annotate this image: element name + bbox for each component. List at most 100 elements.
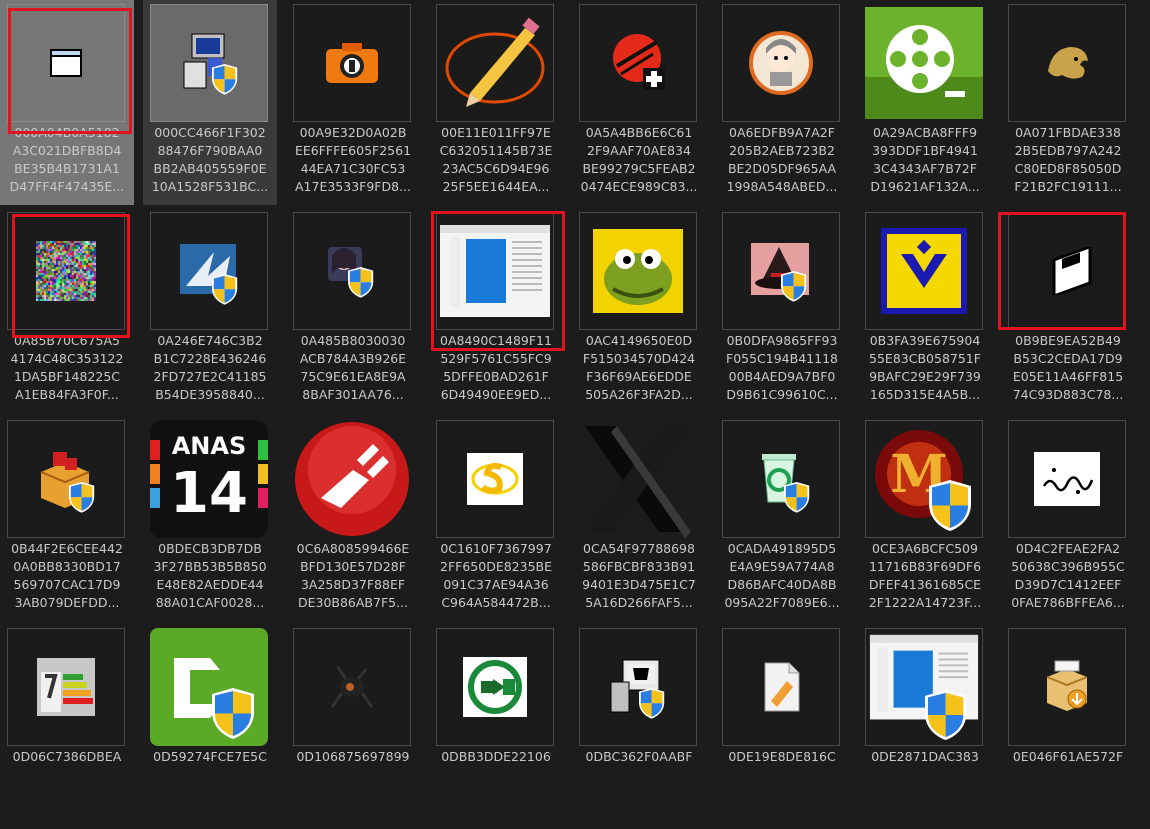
file-thumbnail-item[interactable]: 0C6A808599466E BFD130E57D28F 3A258D37F88EF… — [286, 416, 420, 621]
file-thumbnail-item[interactable]: 0A85B70C675A5 4174C48C353122 1DA5BF148225C… — [0, 208, 134, 413]
file-name-line: 5A16D266FAF5... — [585, 595, 693, 610]
file-thumbnail-item[interactable]: 0DE2871DAC383 — [858, 624, 992, 829]
file-name-label: 0D59274FCE7E5C — [139, 748, 281, 766]
file-thumbnail-item[interactable]: 0CADA491895D5 E4A9E59A774A8 D86BAFC40DA8B 0… — [715, 416, 849, 621]
file-name-line: 0AC4149650E0D — [585, 333, 693, 348]
file-name-line: 25F5EE1644EA... — [442, 179, 550, 194]
file-name-label: 0A29ACBA8FFF9 393DDF1BF4941 3C4343AF7B72F D… — [854, 124, 996, 196]
file-name-line: 0D06C7386DBEA — [12, 749, 122, 764]
file-name-label: 0DE19E8DE816C — [711, 748, 853, 766]
file-name-label: 0DE2871DAC383 — [854, 748, 996, 766]
file-thumbnail-item[interactable]: 0A5A4BB6E6C61 2F9AAF70AE834 BE99279C5FEAB2… — [572, 0, 706, 205]
file-thumbnail-item[interactable]: 0C1610F7367997 2FF650DE8235BE 091C37AE94A3… — [429, 416, 563, 621]
svg-text:ANAS: ANAS — [172, 432, 247, 460]
file-name-line: D86BAFC40DA8B — [727, 577, 837, 592]
green-sync-icon — [436, 628, 554, 746]
pencil-swirl-icon — [436, 4, 554, 122]
file-name-line: 0A8490C1489F11 — [440, 333, 552, 348]
file-name-line: 0A485B8030030 — [300, 333, 406, 348]
file-thumbnail-item[interactable]: 000A04B0A5182 A3C021DBFB8D4 BE35B4B1731A1 D… — [0, 0, 134, 205]
file-name-line: F36F69AE6EDDE — [586, 369, 692, 384]
dark-creature-icon — [293, 628, 411, 746]
energy-label-icon — [7, 628, 125, 746]
file-thumbnail-item[interactable]: 0E046F61AE572F — [1001, 624, 1135, 829]
file-name-line: 0A5A4BB6E6C61 — [585, 125, 693, 140]
file-name-label: 00A9E32D0A02B EE6FFFE605F2561 44EA71C30FC5… — [282, 124, 424, 196]
file-thumbnail-item[interactable]: 000CC466F1F302 88476F790BAA0 BB2AB405559F0… — [143, 0, 277, 205]
recycle-bin-shield-icon — [722, 420, 840, 538]
file-name-line: 1DA5BF148225C — [13, 369, 121, 384]
floppy-disk-icon — [1008, 212, 1126, 330]
file-thumbnail-item[interactable]: 0A071FBDAE338 2B5EDB797A242 C80ED8F85050D F… — [1001, 0, 1135, 205]
file-name-line: 0D106875697899 — [296, 749, 410, 764]
file-thumbnail-item[interactable]: ANAS 14 0BDECB3DB7DB 3F27BB53B5B850 E48E82AE… — [143, 416, 277, 621]
file-name-line: EE6FFFE605F2561 — [294, 143, 412, 158]
file-name-label: 0AC4149650E0D F515034570D424 F36F69AE6EDDE… — [568, 332, 710, 404]
file-thumbnail-item[interactable]: 0D59274FCE7E5C — [143, 624, 277, 829]
file-name-line: ACB784A3B926E — [299, 351, 407, 366]
file-name-line: 11716B83F69DF6 — [868, 559, 982, 574]
file-name-line: 569707CAC17D9 — [13, 577, 121, 592]
file-thumbnail-item[interactable]: 0B3FA39E675904 55E83CB058751F 9BAFC29E29F7… — [858, 208, 992, 413]
file-name-line: 8BAF301AA76... — [302, 387, 404, 402]
file-name-line: BE2D05DF965AA — [727, 161, 837, 176]
file-name-line: 0CADA491895D5 — [727, 541, 837, 556]
file-thumbnail-item[interactable]: 0A29ACBA8FFF9 393DDF1BF4941 3C4343AF7B72F D… — [858, 0, 992, 205]
file-name-label: 0A5A4BB6E6C61 2F9AAF70AE834 BE99279C5FEAB2… — [568, 124, 710, 196]
file-thumbnail-item[interactable]: 0A485B8030030 ACB784A3B926E 75C9E61EA8E9A 8… — [286, 208, 420, 413]
file-thumbnail-item[interactable]: 0A6EDFB9A7A2F 205B2AEB723B2 BE2D05DF965AA 1… — [715, 0, 849, 205]
file-name-line: 10A1528F531BC... — [151, 179, 269, 194]
file-thumbnail-item[interactable]: 0DBC362F0AABF — [572, 624, 706, 829]
file-name-label: 0CA54F97788698 586FBCBF833B91 9401E3D475E1… — [568, 540, 710, 612]
file-name-line: 6D49490EE9ED... — [440, 387, 552, 402]
file-thumbnail-item[interactable]: 00A9E32D0A02B EE6FFFE605F2561 44EA71C30FC5… — [286, 0, 420, 205]
file-name-line: 2FF650DE8235BE — [440, 559, 552, 574]
file-name-line: D19621AF132A... — [870, 179, 980, 194]
file-thumbnail-item[interactable]: 00E11E011FF97E C632051145B73E 23AC5C6D94E9… — [429, 0, 563, 205]
file-name-label: 0C6A808599466E BFD130E57D28F 3A258D37F88EF… — [282, 540, 424, 612]
file-name-label: 0DBB3DDE22106 — [425, 748, 567, 766]
file-thumbnail-item[interactable]: 0A246E746C3B2 B1C7228E436246 2FD727E2C4118… — [143, 208, 277, 413]
file-name-line: 0B44F2E6CEE442 — [11, 541, 123, 556]
file-name-line: 0E046F61AE572F — [1012, 749, 1124, 764]
file-name-line: 00B4AED9A7BF0 — [728, 369, 836, 384]
yellow-v-logo-icon — [865, 212, 983, 330]
file-name-line: E4A9E59A774A8 — [729, 559, 835, 574]
red-disc-plus-icon — [579, 4, 697, 122]
file-name-label: 0CE3A6BCFC509 11716B83F69DF6 DFEF41361685C… — [854, 540, 996, 612]
file-thumbnail-item[interactable]: 0D106875697899 — [286, 624, 420, 829]
file-name-label: 0BDECB3DB7DB 3F27BB53B5B850 E48E82AEDDE44 8… — [139, 540, 281, 612]
file-name-label: 0B9BE9EA52B49 B53C2CEDA17D9 E05E11A46FF815… — [997, 332, 1139, 404]
file-thumbnail-item[interactable]: 0A8490C1489F11 529F5761C55FC9 5DFFE0BAD261… — [429, 208, 563, 413]
file-thumbnail-item[interactable]: 0B44F2E6CEE442 0A0BB8330BD17 569707CAC17D9… — [0, 416, 134, 621]
file-name-line: 75C9E61EA8E9A — [300, 369, 406, 384]
file-thumbnail-item[interactable]: 0AC4149650E0D F515034570D424 F36F69AE6EDDE… — [572, 208, 706, 413]
file-name-line: E05E11A46FF815 — [1012, 369, 1124, 384]
file-thumbnail-item[interactable]: 0D06C7386DBEA — [0, 624, 134, 829]
file-name-line: 23AC5C6D94E96 — [442, 161, 550, 176]
file-name-label: 0B44F2E6CEE442 0A0BB8330BD17 569707CAC17D9… — [0, 540, 138, 612]
file-name-line: BE99279C5FEAB2 — [582, 161, 696, 176]
file-name-line: D39D7C1412EEF — [1014, 577, 1122, 592]
file-name-line: 88A01CAF0028... — [155, 595, 265, 610]
file-name-line: 0DE19E8DE816C — [728, 749, 836, 764]
computer-setup-shield-icon — [150, 4, 268, 122]
file-name-line: B54DE3958840... — [155, 387, 265, 402]
file-thumbnail-item[interactable]: 0B0DFA9865FF93 F055C194B41118 00B4AED9A7BF… — [715, 208, 849, 413]
character-portrait-shield-icon — [293, 212, 411, 330]
file-thumbnail-item[interactable]: 0D4C2FEAE2FA2 50638C396B955C D39D7C1412EEF… — [1001, 416, 1135, 621]
film-reel-icon — [865, 4, 983, 122]
witch-hat-shield-icon — [722, 212, 840, 330]
file-thumbnail-item[interactable]: M 0CE3A6BCFC509 11716B83F69DF6 DFEF4136168… — [858, 416, 992, 621]
window-preview-icon — [436, 212, 554, 330]
file-thumbnail-item[interactable]: 0B9BE9EA52B49 B53C2CEDA17D9 E05E11A46FF815… — [1001, 208, 1135, 413]
file-name-line: 00A9E32D0A02B — [299, 125, 407, 140]
file-name-line: 2FD727E2C41185 — [153, 369, 267, 384]
file-thumbnail-item[interactable]: 0DE19E8DE816C — [715, 624, 849, 829]
file-thumbnail-item[interactable]: 0DBB3DDE22106 — [429, 624, 563, 829]
file-name-line: 586FBCBF833B91 — [582, 559, 696, 574]
file-name-label: 0DBC362F0AABF — [568, 748, 710, 766]
file-name-line: 88476F790BAA0 — [157, 143, 263, 158]
file-thumbnail-item[interactable]: 0CA54F97788698 586FBCBF833B91 9401E3D475E1… — [572, 416, 706, 621]
file-name-line: 0B9BE9EA52B49 — [1015, 333, 1121, 348]
